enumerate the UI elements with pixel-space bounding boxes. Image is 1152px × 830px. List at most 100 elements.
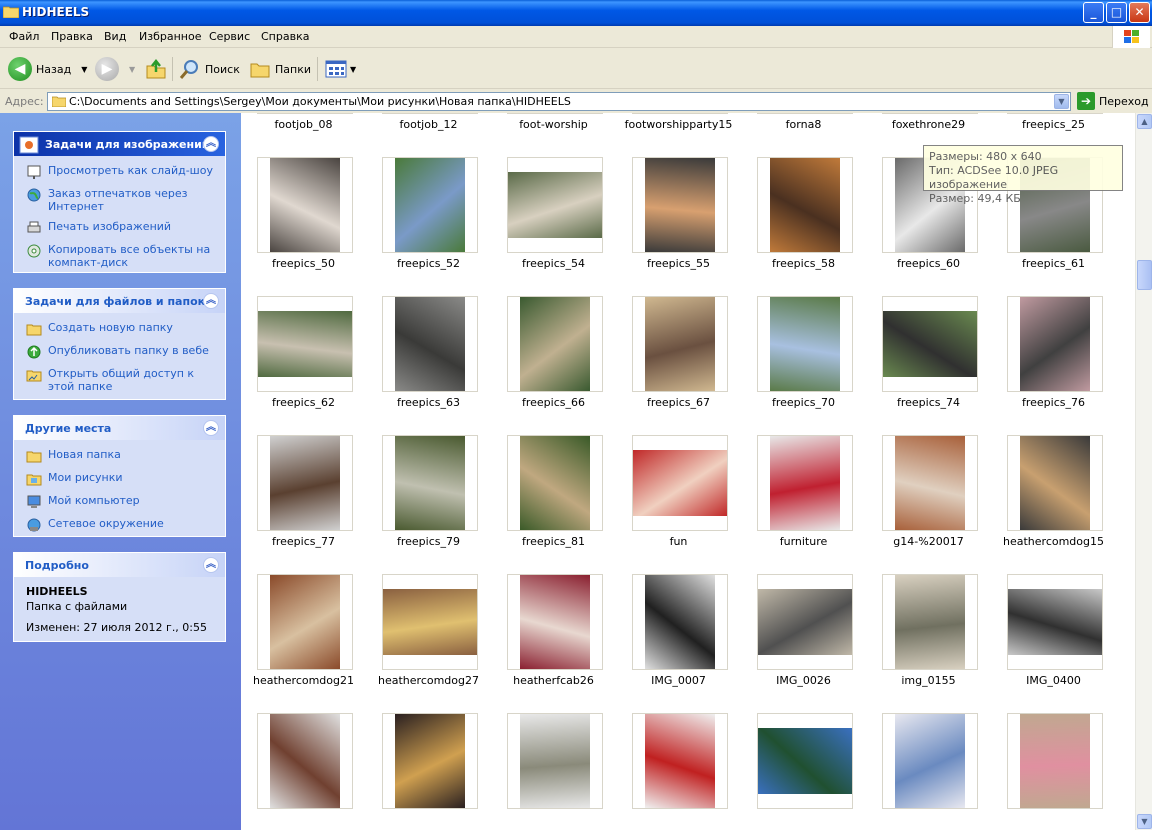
file-thumbnail[interactable]: freepics_66 xyxy=(491,296,616,435)
forward-dropdown-icon[interactable]: ▼ xyxy=(129,65,135,74)
other-places-title: Другие места xyxy=(25,422,112,435)
address-dropdown-icon[interactable]: ▼ xyxy=(1054,94,1069,109)
file-name: freepics_79 xyxy=(396,535,460,548)
maximize-button[interactable]: □ xyxy=(1106,2,1127,23)
file-thumbnail[interactable]: freepics_81 xyxy=(491,435,616,574)
menu-tools[interactable]: Сервис xyxy=(209,30,250,43)
collapse-chevron-icon[interactable]: ︽ xyxy=(203,557,219,573)
image-tasks-header[interactable]: Задачи для изображений ︽ xyxy=(14,132,225,156)
file-thumbnail[interactable]: fun xyxy=(616,435,741,574)
task-slideshow[interactable]: Просмотреть как слайд-шоу xyxy=(26,164,215,180)
file-thumbnail[interactable]: IMG_0400 xyxy=(991,574,1116,713)
file-thumbnail[interactable] xyxy=(491,713,616,830)
file-thumbnail[interactable]: freepics_70 xyxy=(741,296,866,435)
file-thumbnail[interactable]: freepics_58 xyxy=(741,157,866,296)
file-thumbnail[interactable]: freepics_55 xyxy=(616,157,741,296)
file-thumbnail[interactable]: heathercomdog21 xyxy=(241,574,366,713)
up-folder-button[interactable] xyxy=(145,55,167,83)
file-thumbnail[interactable]: freepics_54 xyxy=(491,157,616,296)
minimize-button[interactable]: _ xyxy=(1083,2,1104,23)
file-thumbnail[interactable]: freepics_77 xyxy=(241,435,366,574)
file-thumbnail[interactable]: footworshipparty15 xyxy=(616,113,741,157)
file-thumbnail[interactable]: foot-worship xyxy=(491,113,616,157)
file-thumbnail[interactable]: IMG_0007 xyxy=(616,574,741,713)
thumbnail-image xyxy=(895,436,965,530)
file-name: freepics_58 xyxy=(771,257,835,270)
details-header[interactable]: Подробно ︽ xyxy=(14,553,225,577)
scroll-up-icon[interactable]: ▲ xyxy=(1137,114,1152,129)
thumbnail-frame xyxy=(382,574,478,670)
task-order-prints[interactable]: Заказ отпечатков через Интернет xyxy=(26,187,215,213)
printer-icon xyxy=(27,221,41,233)
views-button[interactable]: ▼ xyxy=(325,55,356,83)
file-view[interactable]: footjob_08 footjob_12 foot-worship footwors… xyxy=(241,113,1135,830)
file-thumbnail[interactable] xyxy=(616,713,741,830)
file-name: freepics_25 xyxy=(1021,118,1085,131)
file-thumbnail[interactable]: freepics_79 xyxy=(366,435,491,574)
thumbnail-image xyxy=(270,436,340,530)
file-thumbnail[interactable]: freepics_50 xyxy=(241,157,366,296)
file-thumbnail[interactable]: freepics_67 xyxy=(616,296,741,435)
file-thumbnail[interactable] xyxy=(366,713,491,830)
file-thumbnail[interactable] xyxy=(741,713,866,830)
file-thumbnail[interactable]: heathercomdog15 xyxy=(991,435,1116,574)
thumbnail-frame xyxy=(257,574,353,670)
file-name: heathercomdog15 xyxy=(1003,535,1104,548)
back-dropdown-icon[interactable]: ▼ xyxy=(81,65,87,74)
address-bar: Адрес: C:\Documents and Settings\Sergey\… xyxy=(0,90,1152,112)
file-thumbnail[interactable]: freepics_52 xyxy=(366,157,491,296)
file-tasks-header[interactable]: Задачи для файлов и папок ︽ xyxy=(14,289,225,313)
file-thumbnail[interactable]: footjob_08 xyxy=(241,113,366,157)
file-thumbnail[interactable]: furniture xyxy=(741,435,866,574)
collapse-chevron-icon[interactable]: ︽ xyxy=(203,420,219,436)
thumbnail-image xyxy=(1020,436,1090,530)
place-network[interactable]: Сетевое окружение xyxy=(26,517,215,533)
menu-edit[interactable]: Правка xyxy=(51,30,93,43)
task-copy-to-cd[interactable]: Копировать все объекты на компакт-диск xyxy=(26,243,215,269)
vertical-scrollbar[interactable]: ▲ ▼ xyxy=(1135,113,1152,830)
other-places-header[interactable]: Другие места ︽ xyxy=(14,416,225,440)
thumbnail-frame xyxy=(507,574,603,670)
file-thumbnail[interactable]: freepics_63 xyxy=(366,296,491,435)
go-button[interactable]: ➔ Переход xyxy=(1077,92,1149,110)
file-thumbnail[interactable]: footjob_12 xyxy=(366,113,491,157)
file-name: footworshipparty15 xyxy=(624,118,733,131)
thumbnail-frame xyxy=(882,296,978,392)
collapse-chevron-icon[interactable]: ︽ xyxy=(203,136,219,152)
file-name: freepics_76 xyxy=(1021,396,1085,409)
task-print[interactable]: Печать изображений xyxy=(26,220,215,236)
file-thumbnail[interactable]: freepics_62 xyxy=(241,296,366,435)
address-input[interactable]: C:\Documents and Settings\Sergey\Мои док… xyxy=(47,92,1071,111)
views-dropdown-icon[interactable]: ▼ xyxy=(350,65,356,74)
file-thumbnail[interactable] xyxy=(991,713,1116,830)
place-my-pictures[interactable]: Мои рисунки xyxy=(26,471,215,487)
menu-favorites[interactable]: Избранное xyxy=(139,30,201,43)
file-thumbnail[interactable]: IMG_0026 xyxy=(741,574,866,713)
file-thumbnail[interactable]: img_0155 xyxy=(866,574,991,713)
file-thumbnail[interactable]: freepics_76 xyxy=(991,296,1116,435)
task-publish-web[interactable]: Опубликовать папку в вебе xyxy=(26,344,215,360)
search-button[interactable]: Поиск xyxy=(179,55,240,83)
task-new-folder[interactable]: Создать новую папку xyxy=(26,321,215,337)
file-name: freepics_81 xyxy=(521,535,585,548)
menu-file[interactable]: Файл xyxy=(9,30,39,43)
file-thumbnail[interactable]: heatherfcab26 xyxy=(491,574,616,713)
folders-button[interactable]: Папки xyxy=(249,55,311,83)
close-button[interactable]: ✕ xyxy=(1129,2,1150,23)
file-thumbnail[interactable]: freepics_74 xyxy=(866,296,991,435)
back-button[interactable]: ◀ Назад ▼ xyxy=(8,55,87,83)
menu-view[interactable]: Вид xyxy=(104,30,126,43)
place-new-folder[interactable]: Новая папка xyxy=(26,448,215,464)
file-thumbnail[interactable]: forna8 xyxy=(741,113,866,157)
file-thumbnail[interactable]: g14-%20017 xyxy=(866,435,991,574)
scroll-thumb[interactable] xyxy=(1137,260,1152,290)
file-thumbnail[interactable] xyxy=(866,713,991,830)
forward-button[interactable]: ▶ ▼ xyxy=(95,55,135,83)
menu-help[interactable]: Справка xyxy=(261,30,309,43)
file-thumbnail[interactable] xyxy=(241,713,366,830)
scroll-down-icon[interactable]: ▼ xyxy=(1137,814,1152,829)
task-share-folder[interactable]: Открыть общий доступ к этой папке xyxy=(26,367,215,393)
file-thumbnail[interactable]: heathercomdog27 xyxy=(366,574,491,713)
place-my-computer[interactable]: Мой компьютер xyxy=(26,494,215,510)
collapse-chevron-icon[interactable]: ︽ xyxy=(203,293,219,309)
